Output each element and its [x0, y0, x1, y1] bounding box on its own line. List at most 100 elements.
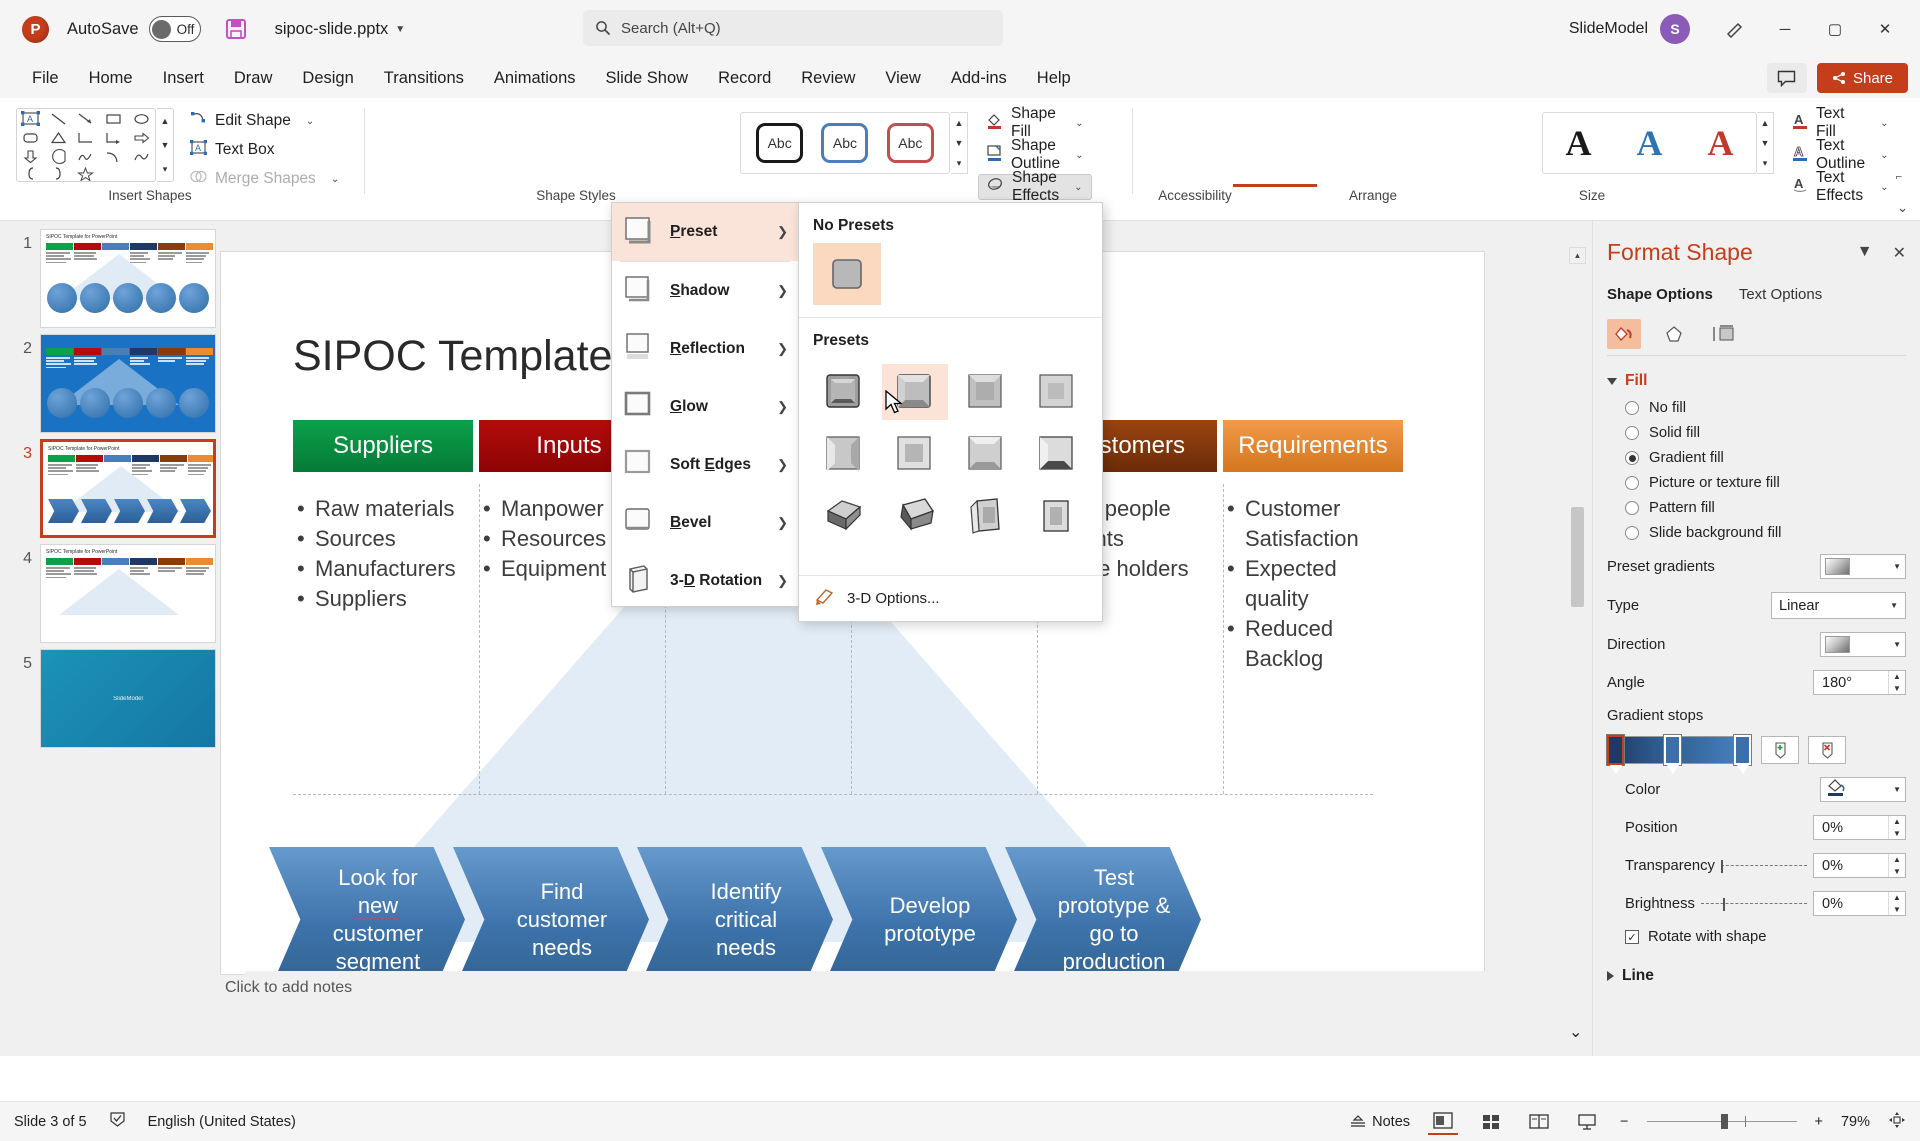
zoom-out-button[interactable]: − — [1620, 1114, 1628, 1130]
shape-right-arrow-icon[interactable] — [127, 128, 155, 147]
shape-star-icon[interactable] — [72, 166, 100, 181]
shape-right-brace-icon[interactable] — [45, 166, 73, 181]
radio-slide-background-fill[interactable]: Slide background fill — [1625, 525, 1906, 541]
rotate-with-shape-checkbox[interactable]: ✓ Rotate with shape — [1607, 929, 1906, 945]
zoom-level[interactable]: 79% — [1841, 1114, 1870, 1130]
zoom-in-button[interactable]: + — [1815, 1114, 1823, 1130]
transparency-down-icon[interactable]: ▼ — [1889, 866, 1905, 878]
shape-rounded-rect-icon[interactable] — [17, 128, 45, 147]
add-gradient-stop-button[interactable] — [1761, 736, 1799, 764]
preset-option-3[interactable] — [954, 364, 1019, 420]
sipoc-column-requirements[interactable]: Customer Satisfaction Expected quality R… — [1223, 484, 1403, 674]
tab-file[interactable]: File — [18, 64, 73, 93]
3d-options-row[interactable]: 3-D Options... — [799, 575, 1102, 621]
transparency-slider[interactable] — [1720, 860, 1807, 873]
zoom-slider-knob[interactable] — [1720, 1114, 1728, 1129]
menu-item-glow[interactable]: Glow ❯ — [612, 378, 798, 436]
slide-thumbnail-1[interactable]: SIPOC Template for PowerPoint — [40, 229, 216, 328]
next-slide-icon[interactable]: ⌄ — [1569, 1022, 1586, 1042]
preset-option-10[interactable] — [882, 488, 947, 544]
radio-pattern-fill[interactable]: Pattern fill — [1625, 500, 1906, 516]
menu-item-preset[interactable]: Preset ❯ — [612, 203, 798, 261]
file-menu-chevron-icon[interactable]: ▼ — [395, 24, 405, 35]
position-input[interactable]: 0% ▲ ▼ — [1813, 815, 1906, 840]
angle-stepper[interactable]: ▲ ▼ — [1888, 671, 1905, 694]
preset-option-5[interactable] — [811, 426, 876, 482]
thumbnail-row[interactable]: 5 SlideModel — [0, 649, 245, 748]
wordart-scroll-down-icon[interactable]: ▼ — [1757, 133, 1773, 153]
slide-thumbnail-3[interactable]: SIPOC Template for PowerPoint — [40, 439, 216, 538]
preset-option-7[interactable] — [954, 426, 1019, 482]
position-stepper[interactable]: ▲ ▼ — [1888, 816, 1905, 839]
menu-item-soft-edges[interactable]: Soft Edges ❯ — [612, 436, 798, 494]
scroll-up-icon[interactable]: ▲ — [1569, 247, 1586, 264]
text-effects-button[interactable]: A Text Effects ⌄ — [1784, 169, 1897, 204]
tab-view[interactable]: View — [871, 64, 934, 93]
tab-animations[interactable]: Animations — [480, 64, 590, 93]
zoom-slider[interactable] — [1646, 1114, 1797, 1129]
shape-textbox-icon[interactable]: A — [17, 109, 45, 128]
transparency-input[interactable]: 0% ▲ ▼ — [1813, 853, 1906, 878]
preset-option-11[interactable] — [954, 488, 1019, 544]
shapes-gallery-scroll[interactable]: ▲ ▼ ▾ — [157, 108, 174, 182]
text-effects-chevron-icon[interactable]: ⌄ — [1880, 182, 1888, 193]
menu-item-shadow[interactable]: Shadow ❯ — [612, 262, 798, 320]
process-step-5[interactable]: Test prototype & go to production — [1005, 847, 1201, 974]
brightness-down-icon[interactable]: ▼ — [1889, 904, 1905, 916]
wordart-scroll-up-icon[interactable]: ▲ — [1757, 113, 1773, 133]
fill-line-icon[interactable] — [1607, 319, 1641, 349]
file-name[interactable]: sipoc-slide.pptx — [275, 20, 389, 39]
position-down-icon[interactable]: ▼ — [1889, 828, 1905, 840]
search-input[interactable]: Search (Alt+Q) — [583, 10, 1003, 46]
pane-menu-icon[interactable]: ▼ — [1857, 243, 1873, 263]
effects-icon[interactable] — [1657, 319, 1691, 349]
size-dialog-launcher[interactable]: ⌐ — [1896, 171, 1902, 183]
line-section-header[interactable]: Line — [1607, 967, 1906, 985]
preset-effects-gallery[interactable]: No Presets Presets 3-D Options... — [798, 202, 1103, 622]
shape-pie-icon[interactable] — [45, 147, 73, 166]
process-step-1[interactable]: Look for new customer segment — [269, 847, 465, 974]
shapes-scroll-down-icon[interactable]: ▼ — [157, 133, 173, 157]
no-preset-option[interactable] — [813, 243, 881, 305]
transparency-stepper[interactable]: ▲ ▼ — [1888, 854, 1905, 877]
wordart-gallery-scroll[interactable]: ▲ ▼ ▾ — [1757, 112, 1774, 174]
preset-option-4[interactable] — [1025, 364, 1090, 420]
maximize-button[interactable]: ▢ — [1812, 9, 1858, 49]
slide-thumbnail-4[interactable]: SIPOC Template for PowerPoint — [40, 544, 216, 643]
radio-gradient-fill[interactable]: Gradient fill — [1625, 450, 1906, 466]
slide-sorter-button[interactable] — [1476, 1109, 1506, 1135]
shape-scribble-icon[interactable] — [72, 147, 100, 166]
slide-counter[interactable]: Slide 3 of 5 — [14, 1114, 87, 1130]
transparency-slider-knob[interactable] — [1720, 860, 1723, 873]
shapes-gallery-more-icon[interactable]: ▾ — [157, 157, 173, 181]
slide-thumbnails-pane[interactable]: 1 SIPOC Template for PowerPoint 2 3 SIPO… — [0, 221, 245, 1056]
menu-item-reflection[interactable]: Reflection ❯ — [612, 320, 798, 378]
notes-pane[interactable]: Click to add notes — [225, 971, 1592, 1011]
shape-effects-menu[interactable]: Preset ❯ Shadow ❯ Reflection ❯ Glow ❯ So… — [611, 202, 799, 607]
preset-gradients-dropdown[interactable]: ▼ — [1820, 554, 1906, 579]
sipoc-header-suppliers[interactable]: Suppliers — [293, 420, 473, 472]
wordart-more-icon[interactable]: ▾ — [1757, 153, 1773, 173]
sipoc-column-suppliers[interactable]: Raw materials Sources Manufacturers Supp… — [293, 484, 473, 674]
angle-up-icon[interactable]: ▲ — [1889, 671, 1905, 683]
fit-to-window-icon[interactable] — [1888, 1111, 1906, 1133]
slide-thumbnail-2[interactable] — [40, 334, 216, 433]
text-fill-chevron-icon[interactable]: ⌄ — [1880, 118, 1888, 129]
shape-triangle-icon[interactable] — [45, 128, 73, 147]
angle-down-icon[interactable]: ▼ — [1889, 683, 1905, 695]
pen-icon[interactable] — [1712, 9, 1758, 49]
process-step-3[interactable]: Identify critical needs — [637, 847, 833, 974]
shape-arc-icon[interactable] — [100, 147, 128, 166]
tab-slide-show[interactable]: Slide Show — [592, 64, 703, 93]
tab-transitions[interactable]: Transitions — [370, 64, 478, 93]
minimize-button[interactable]: ─ — [1762, 9, 1808, 49]
brightness-stepper[interactable]: ▲ ▼ — [1888, 892, 1905, 915]
save-icon[interactable] — [223, 16, 249, 42]
preset-option-8[interactable] — [1025, 426, 1090, 482]
gradient-stop-3[interactable] — [1734, 735, 1751, 774]
shapes-gallery[interactable]: A — [16, 108, 156, 182]
pane-close-icon[interactable]: ✕ — [1893, 243, 1906, 263]
shape-arrow-line-icon[interactable] — [72, 109, 100, 128]
gradient-type-select[interactable]: Linear ▼ — [1771, 592, 1906, 619]
comments-icon[interactable] — [1766, 63, 1807, 93]
